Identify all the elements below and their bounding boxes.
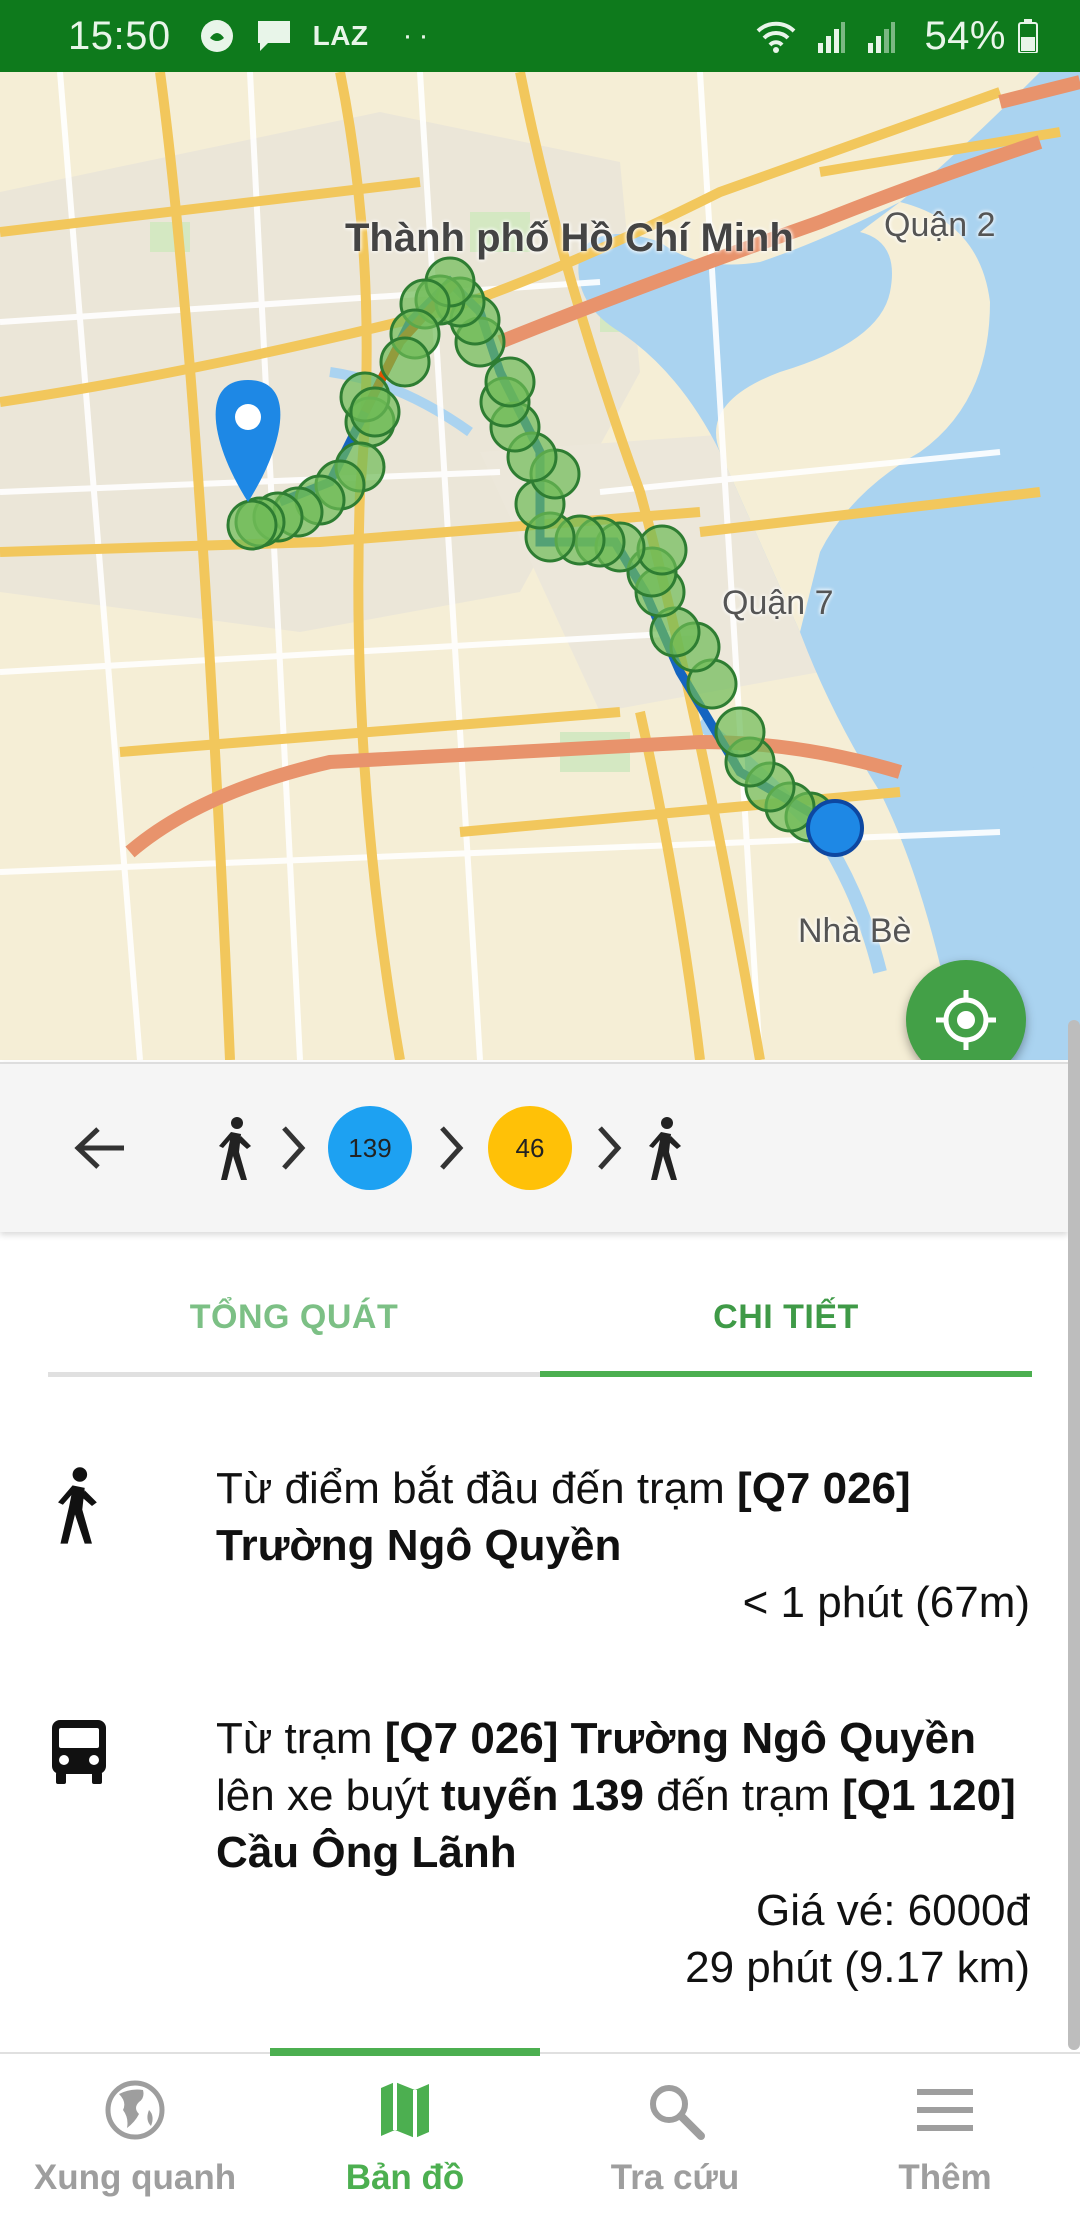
nav-label: Tra cứu bbox=[610, 2158, 740, 2197]
map-label-nhabe: Nhà Bè bbox=[798, 912, 912, 950]
lazada-icon: LAZ bbox=[312, 20, 369, 51]
route-step-bus[interactable]: Từ trạm [Q7 026] Trường Ngô Quyền lên xe… bbox=[0, 1710, 1060, 2010]
battery-icon bbox=[1018, 19, 1038, 53]
route-map[interactable]: Thành phố Hồ Chí Minh Quận 2 Quận 7 Nhà … bbox=[0, 72, 1080, 1060]
map-icon bbox=[375, 2080, 435, 2140]
map-label-district2: Quận 2 bbox=[884, 206, 996, 244]
map-label-district7: Quận 7 bbox=[722, 584, 834, 622]
nav-item-search[interactable]: Tra cứu bbox=[540, 2054, 810, 2222]
walk-icon bbox=[208, 1114, 258, 1184]
walk-icon bbox=[48, 1466, 118, 1556]
nav-label: Xung quanh bbox=[33, 2158, 237, 2197]
detail-tabs: TỔNG QUÁT CHI TIẾT bbox=[48, 1262, 1032, 1382]
status-time: 15:50 bbox=[68, 13, 171, 58]
step-duration: 29 phút (9.17 km) bbox=[685, 1943, 1030, 1992]
battery-level: 54% bbox=[924, 13, 1006, 58]
chat-icon bbox=[255, 18, 293, 54]
step-duration: < 1 phút (67m) bbox=[742, 1578, 1030, 1627]
route-summary-bar: 139 46 bbox=[0, 1062, 1068, 1232]
bottom-navigation: Xung quanh Bản đồ Tra cứu Thêm bbox=[0, 2048, 1080, 2222]
arrow-left-icon bbox=[74, 1127, 124, 1169]
back-button[interactable] bbox=[64, 1112, 136, 1184]
signal-icon-1 bbox=[816, 19, 846, 53]
step-description: Từ trạm [Q7 026] Trường Ngô Quyền lên xe… bbox=[216, 1714, 1016, 1877]
bus-route-badge-46[interactable]: 46 bbox=[488, 1106, 572, 1190]
chevron-right-icon bbox=[598, 1126, 622, 1170]
tab-active-indicator bbox=[540, 1371, 1032, 1377]
signal-icon-2 bbox=[866, 19, 896, 53]
nav-label: Bản đồ bbox=[345, 2158, 465, 2197]
bus-route-number: 46 bbox=[515, 1132, 545, 1163]
chevron-right-icon bbox=[282, 1126, 306, 1170]
bubble-icon bbox=[199, 18, 235, 54]
chevron-right-icon bbox=[440, 1126, 464, 1170]
nav-item-more[interactable]: Thêm bbox=[810, 2054, 1080, 2222]
step-fare: Giá vé: 6000đ bbox=[756, 1886, 1030, 1935]
bus-route-number: 139 bbox=[348, 1132, 392, 1163]
search-icon bbox=[645, 2080, 705, 2140]
more-notifications: ·· bbox=[402, 19, 435, 52]
nav-item-map[interactable]: Bản đồ bbox=[270, 2054, 540, 2222]
step-description: Từ điểm bắt đầu đến trạm [Q7 026] Trường… bbox=[216, 1464, 911, 1570]
nav-item-nearby[interactable]: Xung quanh bbox=[0, 2054, 270, 2222]
walk-icon bbox=[638, 1114, 688, 1184]
wifi-icon bbox=[756, 19, 796, 53]
scrollbar[interactable] bbox=[1068, 1020, 1080, 2050]
route-step-walk[interactable]: Từ điểm bắt đầu đến trạm [Q7 026] Trường… bbox=[0, 1460, 1060, 1640]
nav-label: Thêm bbox=[898, 2158, 992, 2197]
tab-overview[interactable]: TỔNG QUÁT bbox=[48, 1262, 540, 1372]
bus-route-badge-139[interactable]: 139 bbox=[328, 1106, 412, 1190]
crosshair-icon bbox=[936, 990, 996, 1050]
globe-icon bbox=[105, 2080, 165, 2140]
map-label-city: Thành phố Hồ Chí Minh bbox=[345, 216, 794, 260]
tab-details[interactable]: CHI TIẾT bbox=[540, 1262, 1032, 1372]
status-bar: 15:50 LAZ ·· 54% bbox=[0, 0, 1080, 72]
destination-marker bbox=[806, 799, 864, 857]
menu-icon bbox=[915, 2080, 975, 2140]
bus-icon bbox=[48, 1716, 118, 1806]
